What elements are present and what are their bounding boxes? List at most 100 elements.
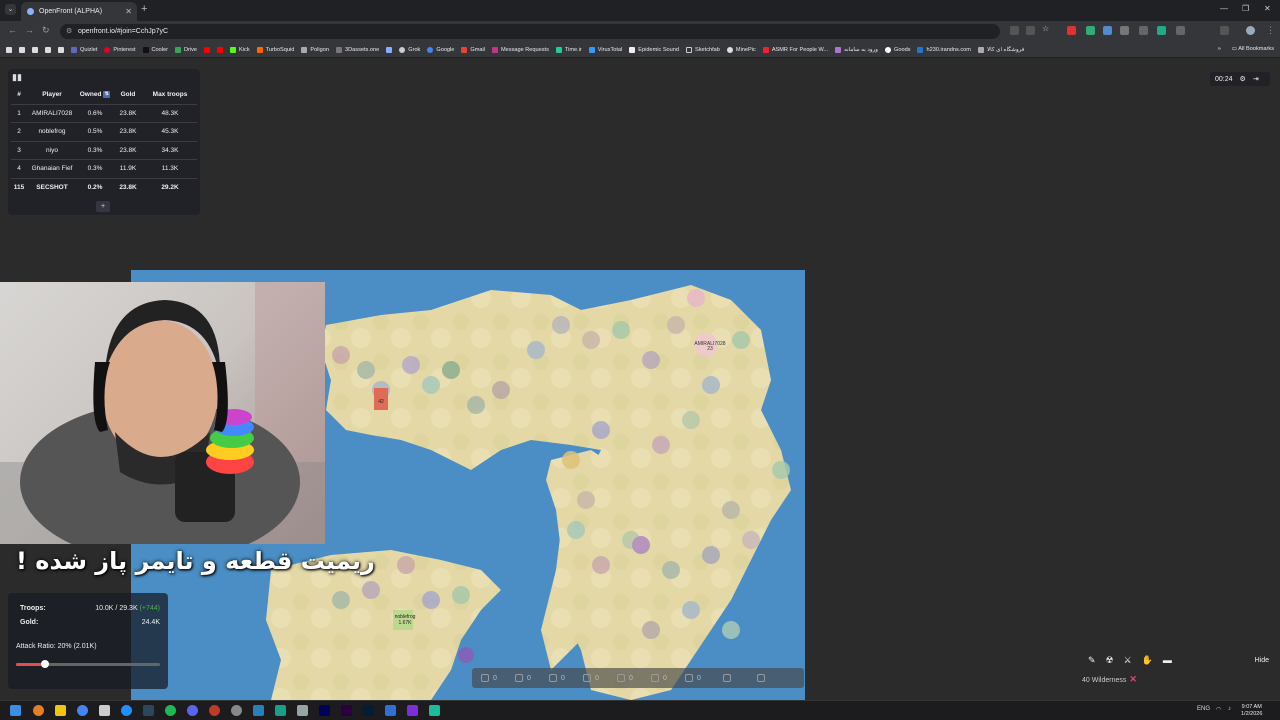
leaderboard-row[interactable]: 2 noblefrog 0.5% 23.8K 45.3K <box>11 122 197 141</box>
build-defense-button[interactable]: 0 <box>574 674 608 682</box>
build-factory-button[interactable]: 0 <box>506 674 540 682</box>
territory[interactable] <box>552 316 570 334</box>
extension-green-icon[interactable] <box>1086 26 1095 35</box>
attack-ratio-slider[interactable] <box>16 660 160 668</box>
bookmark-quizlet[interactable]: Quizlet <box>71 46 97 53</box>
chat-icon[interactable]: ▬ <box>1163 655 1172 665</box>
territory[interactable] <box>667 316 685 334</box>
wifi-icon[interactable]: ◠ <box>1216 706 1221 713</box>
after-effects-icon[interactable] <box>319 705 330 716</box>
territory[interactable] <box>732 331 750 349</box>
territory[interactable] <box>582 331 600 349</box>
bookmark-item[interactable] <box>19 46 25 53</box>
territory[interactable] <box>422 376 440 394</box>
radiation-icon[interactable]: ☢ <box>1106 655 1114 666</box>
territory[interactable] <box>567 521 585 539</box>
photoshop-icon[interactable] <box>363 705 374 716</box>
bookmark-drive[interactable]: Drive <box>174 46 197 53</box>
restore-icon[interactable]: ❐ <box>1242 4 1249 13</box>
territory[interactable] <box>332 591 350 609</box>
steam-icon[interactable] <box>143 705 154 716</box>
bookmark-timeir[interactable]: Time.ir <box>555 46 582 53</box>
bookmark-samaneh[interactable]: ورود به سامانه <box>835 46 878 53</box>
extension-blue-icon[interactable] <box>1103 26 1112 35</box>
chrome-icon[interactable] <box>77 705 88 716</box>
build-city-button[interactable]: 0 <box>472 674 506 682</box>
app-icon[interactable] <box>297 705 308 716</box>
territory[interactable] <box>452 586 470 604</box>
premiere-icon[interactable] <box>341 705 352 716</box>
leaderboard-bar-chart-icon[interactable]: ▮▮ <box>12 72 22 83</box>
app-icon[interactable] <box>275 705 286 716</box>
bookmark-cooler[interactable]: Cooler <box>142 46 168 53</box>
bookmark-item[interactable] <box>58 46 64 53</box>
territory[interactable] <box>652 436 670 454</box>
sidebar-icon[interactable] <box>1220 26 1229 35</box>
site-info-icon[interactable]: ⚙ <box>66 24 72 39</box>
bookmark-grok[interactable]: Grok <box>399 46 420 53</box>
territory[interactable] <box>577 491 595 509</box>
bookmark-sketchfab[interactable]: Sketchfab <box>686 46 720 53</box>
settings-gear-icon[interactable]: ⚙ <box>1240 75 1246 83</box>
territory[interactable] <box>632 536 650 554</box>
bookmark-item[interactable] <box>6 46 12 53</box>
territory[interactable] <box>332 346 350 364</box>
col-max-troops-header[interactable]: Max troops <box>143 86 197 104</box>
bookmark-item[interactable] <box>32 46 38 53</box>
menu-icon[interactable]: ⋮ <box>1266 25 1275 36</box>
col-gold-header[interactable]: Gold <box>113 86 143 104</box>
bookmark-blank[interactable] <box>386 46 393 53</box>
address-bar[interactable]: ⚙ openfront.io/#join=CchJp7yC <box>60 24 1000 39</box>
territory[interactable] <box>527 341 545 359</box>
app-icon[interactable] <box>121 705 132 716</box>
col-player-header[interactable]: Player <box>27 86 77 104</box>
exit-game-icon[interactable]: ⇥ <box>1253 75 1259 83</box>
cast-icon[interactable] <box>1010 26 1019 35</box>
close-x-icon[interactable]: ✕ <box>1129 674 1137 684</box>
app-icon[interactable] <box>429 705 440 716</box>
territory[interactable] <box>592 556 610 574</box>
territory[interactable] <box>682 411 700 429</box>
territory[interactable] <box>362 581 380 599</box>
col-rank-header[interactable]: # <box>11 86 27 104</box>
back-icon[interactable]: ← <box>8 25 17 35</box>
bookmark-youtube-2[interactable] <box>217 46 224 53</box>
language-indicator[interactable]: ENG <box>1197 706 1210 712</box>
leaderboard-row[interactable]: 1 AMIRALI7028 0.6% 23.8K 48.3K <box>11 103 197 123</box>
territory[interactable] <box>642 621 660 639</box>
leaderboard-row[interactable]: 3 niyo 0.3% 23.8K 34.3K <box>11 140 197 160</box>
bookmark-gmail[interactable]: Gmail <box>461 46 485 53</box>
extensions-puzzle-icon[interactable] <box>1176 26 1185 35</box>
bookmark-pinterest[interactable]: Pinterest <box>104 46 136 53</box>
build-nuke-button[interactable] <box>710 674 744 682</box>
territory[interactable] <box>467 396 485 414</box>
bookmark-google[interactable]: Google <box>427 46 454 53</box>
territory[interactable] <box>772 461 790 479</box>
territory[interactable] <box>682 601 700 619</box>
file-explorer-icon[interactable] <box>55 705 66 716</box>
search-icon[interactable] <box>33 705 44 716</box>
territory[interactable] <box>562 451 580 469</box>
extension-shield-icon[interactable] <box>1120 26 1129 35</box>
app-icon[interactable] <box>99 705 110 716</box>
target-icon[interactable]: ⚔ <box>1124 655 1132 666</box>
territory[interactable] <box>702 546 720 564</box>
territory[interactable] <box>687 289 705 307</box>
bookmark-irandns[interactable]: h230.irandns.com <box>917 46 971 53</box>
tab-close-icon[interactable]: ✕ <box>125 7 132 16</box>
bookmark-poligon[interactable]: Poligon <box>301 46 329 53</box>
col-owned-header[interactable]: Owned ⇅ <box>77 86 113 104</box>
profile-avatar-icon[interactable] <box>1246 26 1255 35</box>
territory[interactable] <box>702 376 720 394</box>
volume-icon[interactable]: ♪ <box>1228 706 1231 712</box>
territory[interactable] <box>402 356 420 374</box>
extension-gray-icon[interactable] <box>1139 26 1148 35</box>
territory[interactable] <box>422 591 440 609</box>
browser-tab-active[interactable]: OpenFront (ALPHA) ✕ <box>21 2 137 21</box>
reload-icon[interactable]: ↻ <box>42 25 50 36</box>
bookmark-item[interactable] <box>45 46 51 53</box>
attack-ratio-slider-thumb[interactable] <box>40 660 49 668</box>
spotify-icon[interactable] <box>165 705 176 716</box>
app-icon[interactable] <box>231 705 242 716</box>
extension-red-icon[interactable] <box>1067 26 1076 35</box>
